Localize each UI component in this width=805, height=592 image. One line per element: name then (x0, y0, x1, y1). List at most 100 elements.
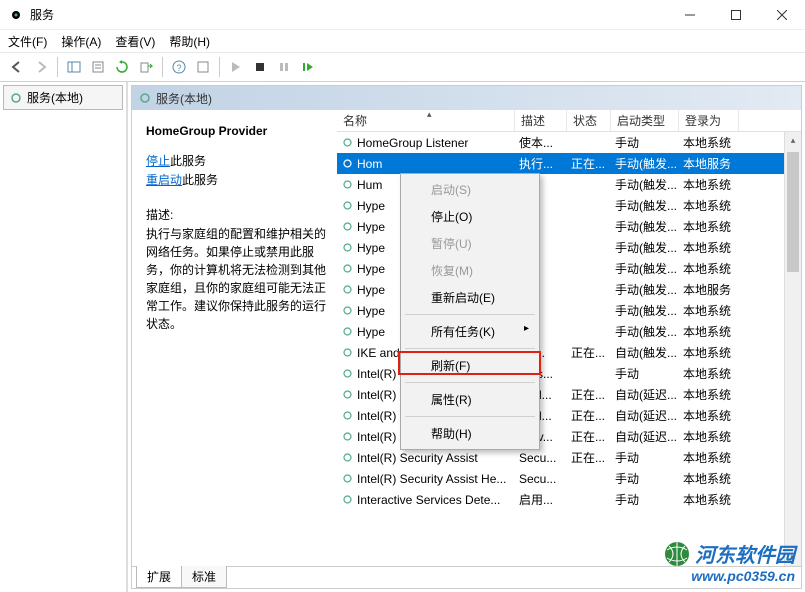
gear-icon (341, 430, 354, 443)
help-button[interactable]: ? (168, 56, 190, 78)
cell-logon: 本地系统 (679, 134, 739, 151)
cell-name: Intel(R) Security Assist He... (357, 472, 506, 486)
cell-startup: 手动(触发... (611, 302, 679, 319)
col-name[interactable]: 名称 (337, 110, 515, 131)
properties2-button[interactable] (192, 56, 214, 78)
watermark-url: www.pc0359.cn (663, 568, 795, 584)
col-status[interactable]: 状态 (567, 110, 611, 131)
separator (162, 57, 163, 77)
scrollbar-thumb[interactable] (787, 152, 799, 272)
cell-logon: 本地服务 (679, 155, 739, 172)
cell-logon: 本地系统 (679, 407, 739, 424)
play-button[interactable] (225, 56, 247, 78)
cell-startup: 手动 (611, 365, 679, 382)
cell-name: Hype (357, 262, 385, 276)
cell-startup: 手动(触发... (611, 176, 679, 193)
context-menu: 启动(S) 停止(O) 暂停(U) 恢复(M) 重新启动(E) 所有任务(K) … (400, 173, 540, 450)
gear-icon (341, 241, 354, 254)
scroll-up-icon[interactable]: ▴ (785, 132, 801, 149)
gear-icon (341, 178, 354, 191)
ctx-resume[interactable]: 恢复(M) (403, 257, 537, 284)
cell-logon: 本地系统 (679, 428, 739, 445)
cell-startup: 手动(触发... (611, 260, 679, 277)
cell-status: 正在... (567, 155, 611, 172)
cell-logon: 本地系统 (679, 260, 739, 277)
menu-action[interactable]: 操作(A) (61, 33, 101, 50)
stop-button[interactable] (249, 56, 271, 78)
cell-startup: 自动(延迟... (611, 386, 679, 403)
export-button[interactable] (135, 56, 157, 78)
globe-icon (663, 540, 691, 568)
maximize-button[interactable] (713, 0, 759, 30)
ctx-stop[interactable]: 停止(O) (403, 203, 537, 230)
gear-icon (341, 367, 354, 380)
close-button[interactable] (759, 0, 805, 30)
table-row[interactable]: Interactive Services Dete...启用...手动本地系统 (337, 489, 801, 510)
menu-file[interactable]: 文件(F) (8, 33, 47, 50)
stop-suffix: 此服务 (170, 154, 206, 168)
cell-startup: 手动(触发... (611, 218, 679, 235)
stop-link[interactable]: 停止 (146, 154, 170, 168)
forward-button[interactable] (30, 56, 52, 78)
ctx-refresh[interactable]: 刷新(F) (403, 352, 537, 379)
show-hide-button[interactable] (63, 56, 85, 78)
cell-logon: 本地系统 (679, 386, 739, 403)
cell-logon: 本地系统 (679, 239, 739, 256)
refresh-button[interactable] (111, 56, 133, 78)
ctx-restart[interactable]: 重新启动(E) (403, 284, 537, 311)
cell-logon: 本地系统 (679, 323, 739, 340)
cell-startup: 手动 (611, 491, 679, 508)
ctx-separator (405, 382, 535, 383)
cell-startup: 手动(触发... (611, 197, 679, 214)
properties-button[interactable] (87, 56, 109, 78)
window-controls (667, 0, 805, 30)
col-desc[interactable]: 描述 (515, 110, 567, 131)
gear-icon (341, 493, 354, 506)
tree-item-services-local[interactable]: 服务(本地) (3, 85, 123, 110)
gear-icon (341, 220, 354, 233)
col-startup[interactable]: 启动类型 (611, 110, 679, 131)
tab-extended[interactable]: 扩展 (136, 566, 182, 588)
cell-status: 正在... (567, 428, 611, 445)
cell-desc: 使本... (515, 134, 567, 151)
cell-logon: 本地系统 (679, 491, 739, 508)
table-row[interactable]: Intel(R) Security AssistSecu...正在...手动本地… (337, 447, 801, 468)
cell-status: 正在... (567, 407, 611, 424)
cell-startup: 自动(延迟... (611, 407, 679, 424)
table-row[interactable]: Intel(R) Security Assist He...Secu...手动本… (337, 468, 801, 489)
ctx-all-tasks[interactable]: 所有任务(K) (403, 318, 537, 345)
menu-view[interactable]: 查看(V) (115, 33, 155, 50)
cell-logon: 本地系统 (679, 218, 739, 235)
table-row[interactable]: HomeGroup Listener使本...手动本地系统 (337, 132, 801, 153)
ctx-help[interactable]: 帮助(H) (403, 420, 537, 447)
pause-button[interactable] (273, 56, 295, 78)
minimize-icon (685, 10, 695, 20)
cell-name: HomeGroup Listener (357, 136, 468, 150)
table-row[interactable]: Hom执行...正在...手动(触发...本地服务 (337, 153, 801, 174)
watermark-logo: 河东软件园 (663, 539, 795, 568)
watermark-name: 河东软件园 (695, 539, 795, 568)
gear-icon (341, 157, 354, 170)
cell-desc: Secu... (515, 451, 567, 465)
restart-link[interactable]: 重启动 (146, 173, 182, 187)
cell-name: Hom (357, 157, 382, 171)
ctx-pause[interactable]: 暂停(U) (403, 230, 537, 257)
restart-button[interactable] (297, 56, 319, 78)
watermark: 河东软件园 www.pc0359.cn (663, 539, 795, 584)
window-title: 服务 (30, 6, 667, 23)
vertical-scrollbar[interactable]: ▴ ▾ (784, 132, 801, 566)
maximize-icon (731, 10, 741, 20)
minimize-button[interactable] (667, 0, 713, 30)
ctx-start[interactable]: 启动(S) (403, 176, 537, 203)
tab-standard[interactable]: 标准 (181, 566, 227, 588)
menu-help[interactable]: 帮助(H) (169, 33, 210, 50)
cell-logon: 本地系统 (679, 470, 739, 487)
separator (219, 57, 220, 77)
back-button[interactable] (6, 56, 28, 78)
ctx-properties[interactable]: 属性(R) (403, 386, 537, 413)
toolbar: ? (0, 52, 805, 82)
cell-startup: 自动(延迟... (611, 428, 679, 445)
gear-icon (341, 283, 354, 296)
right-header-label: 服务(本地) (156, 90, 212, 107)
col-logon[interactable]: 登录为 (679, 110, 739, 131)
